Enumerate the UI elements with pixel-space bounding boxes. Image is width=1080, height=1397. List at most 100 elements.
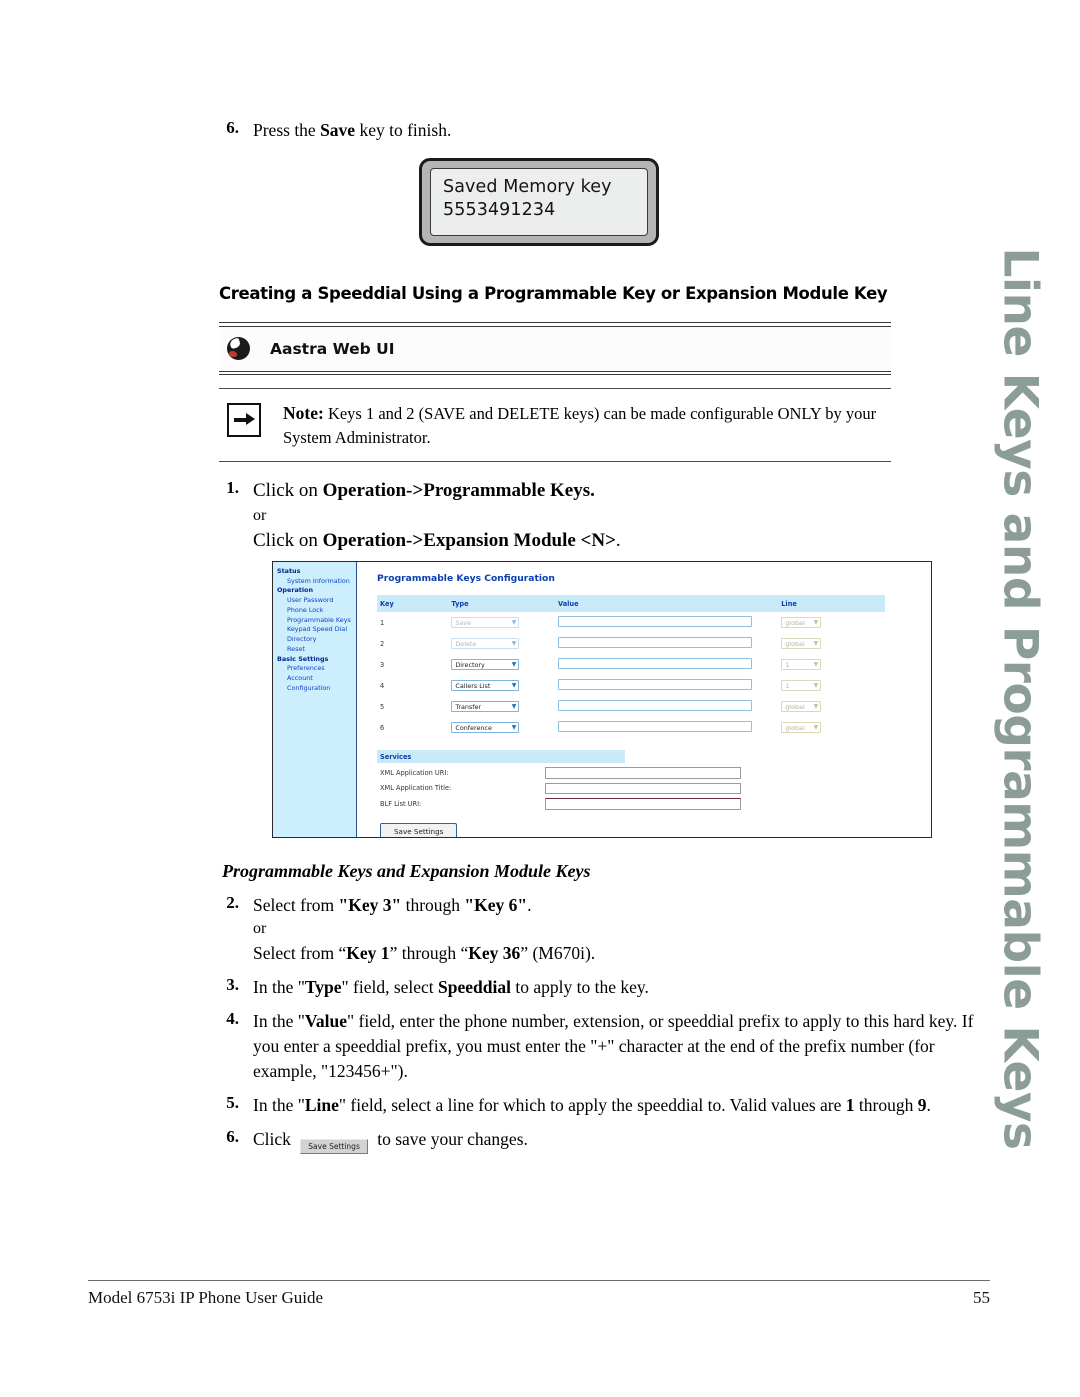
s2-l2e: ” (M670i). (520, 942, 596, 963)
step-1-line2-suffix: . (615, 529, 621, 551)
type-select-value: Transfer (455, 702, 482, 711)
value-input[interactable] (557, 720, 752, 733)
chevron-down-icon: ▼ (813, 723, 819, 731)
xml-application-uri-label: XML Application URI: (380, 768, 449, 777)
value-input[interactable] (557, 678, 752, 691)
column-header-line: Line (778, 595, 885, 612)
sidebar-item-preferences[interactable]: Preferences (276, 664, 356, 674)
line-select-value: 1 (785, 681, 790, 690)
type-select[interactable]: Conference ▼ (451, 721, 520, 734)
type-select[interactable]: Transfer ▼ (451, 700, 520, 713)
line-select[interactable]: 1 ▼ (781, 679, 822, 692)
sidebar-item-programmable-keys[interactable]: Programmable Keys (276, 616, 356, 626)
note-label: Note: (283, 403, 324, 423)
line-select-value: global (785, 618, 805, 627)
chevron-down-icon: ▼ (511, 681, 517, 689)
lower-steps-list: 2. Select from "Key 3" through "Key 6". … (215, 893, 990, 1163)
s2-l2c: ” through “ (389, 942, 469, 963)
inline-save-settings-button[interactable]: Save Settings (300, 1138, 368, 1155)
webui-sidebar[interactable]: Status System Information Operation User… (273, 562, 357, 837)
chevron-down-icon: ▼ (511, 639, 517, 647)
s5-one: 1 (845, 1094, 855, 1115)
sidebar-item-keypad-speed-dial[interactable]: Keypad Speed Dial (276, 625, 356, 635)
document-page: Line Keys and Programmable Keys 6. Press… (0, 0, 1080, 1397)
step-number: 4. (226, 1008, 239, 1028)
xml-application-title-input[interactable] (545, 782, 741, 794)
column-header-key: Key (377, 595, 449, 612)
line-select[interactable]: global ▼ (781, 721, 822, 734)
service-row: XML Application Title: (377, 782, 931, 794)
s2-key1: Key 1 (346, 942, 390, 963)
value-input[interactable] (557, 636, 752, 649)
step-4: 4. In the "Value" field, enter the phone… (215, 1009, 990, 1084)
step-number: 3. (226, 974, 239, 994)
chevron-down-icon: ▼ (511, 618, 517, 626)
aastra-web-ui-screenshot: Status System Information Operation User… (272, 561, 932, 838)
type-select-value: Delete (455, 639, 477, 648)
note-bottom-rule (219, 460, 891, 462)
s5-c: " field, select a line for which to appl… (338, 1094, 846, 1115)
step-text: In the "Value" field, enter the phone nu… (253, 1009, 990, 1084)
note-body-text: Keys 1 and 2 (SAVE and DELETE keys) can … (283, 404, 877, 447)
row-value-cell (555, 633, 778, 654)
s2-e: . (527, 895, 532, 915)
line-select[interactable]: global ▼ (781, 616, 822, 629)
column-header-type: Type (448, 595, 555, 612)
step-3: 3. In the "Type" field, select Speeddial… (215, 975, 990, 1000)
line-select[interactable]: global ▼ (781, 637, 822, 650)
s3-c: " field, select (341, 976, 439, 997)
step-number: 2. (226, 893, 239, 912)
row-line-cell: 1 ▼ (778, 654, 885, 675)
s5-e: through (854, 1094, 918, 1115)
type-select[interactable]: Delete ▼ (451, 637, 520, 650)
sidebar-item-phone-lock[interactable]: Phone Lock (276, 606, 356, 616)
sidebar-item-directory[interactable]: Directory (276, 635, 356, 645)
xml-application-uri-input[interactable] (545, 767, 741, 779)
type-select[interactable]: Save ▼ (451, 616, 520, 629)
sidebar-item-system-information[interactable]: System Information (276, 577, 356, 587)
value-input[interactable] (557, 699, 752, 712)
type-select[interactable]: Directory ▼ (451, 658, 520, 671)
chapter-side-tab: Line Keys and Programmable Keys (960, 0, 1080, 1397)
line-select-value: global (785, 702, 805, 711)
save-settings-button[interactable]: Save Settings (380, 822, 458, 837)
step-1-bold: Operation->Programmable Keys. (322, 480, 595, 501)
sidebar-item-reset[interactable]: Reset (276, 645, 356, 655)
note-body: Note: Keys 1 and 2 (SAVE and DELETE keys… (219, 389, 891, 461)
step-text-prefix: Press the (253, 120, 321, 140)
row-key-cell: 6 (380, 723, 385, 732)
sidebar-item-user-password[interactable]: User Password (276, 596, 356, 606)
row-key-cell: 2 (380, 639, 385, 648)
s6-a: Click (253, 1128, 296, 1149)
sidebar-item-account-configuration[interactable]: Account Configuration (276, 674, 356, 693)
row-line-cell: global ▼ (778, 612, 885, 633)
row-type-cell: Delete ▼ (448, 633, 555, 654)
lcd-line-1: Saved Memory key (443, 177, 612, 197)
band-body: Aastra Web UI (219, 326, 891, 371)
s5-a: In the " (253, 1094, 305, 1115)
s4-value: Value (304, 1010, 348, 1031)
value-input[interactable] (557, 615, 752, 628)
note-block: Note: Keys 1 and 2 (SAVE and DELETE keys… (219, 388, 891, 462)
phone-lcd-screen: Saved Memory key 5553491234 (430, 168, 648, 236)
sub-heading: Programmable Keys and Expansion Module K… (222, 861, 591, 881)
line-select[interactable]: global ▼ (781, 700, 822, 713)
chevron-down-icon: ▼ (511, 723, 517, 731)
s2-a: Select from (253, 895, 339, 915)
blf-list-uri-input[interactable] (545, 798, 741, 810)
column-header-value: Value (554, 595, 779, 612)
phone-lcd-display: Saved Memory key 5553491234 (419, 158, 659, 246)
value-input[interactable] (557, 657, 752, 670)
row-value-cell (555, 717, 778, 738)
s4-a: In the " (253, 1010, 305, 1031)
aastra-web-ui-band: Aastra Web UI (219, 322, 891, 375)
type-select-value: Save (455, 618, 472, 627)
step-text: Click on Operation->Programmable Keys. o… (253, 478, 915, 553)
step-1-prefix: Click on (253, 480, 323, 501)
page-footer: Model 6753i IP Phone User Guide 55 (88, 1288, 990, 1308)
footer-title: Model 6753i IP Phone User Guide (88, 1288, 323, 1307)
s2-key6: "Key 6" (464, 895, 528, 915)
line-select[interactable]: 1 ▼ (781, 658, 822, 671)
type-select[interactable]: Callers List ▼ (451, 679, 520, 692)
type-select-value: Conference (455, 723, 492, 732)
